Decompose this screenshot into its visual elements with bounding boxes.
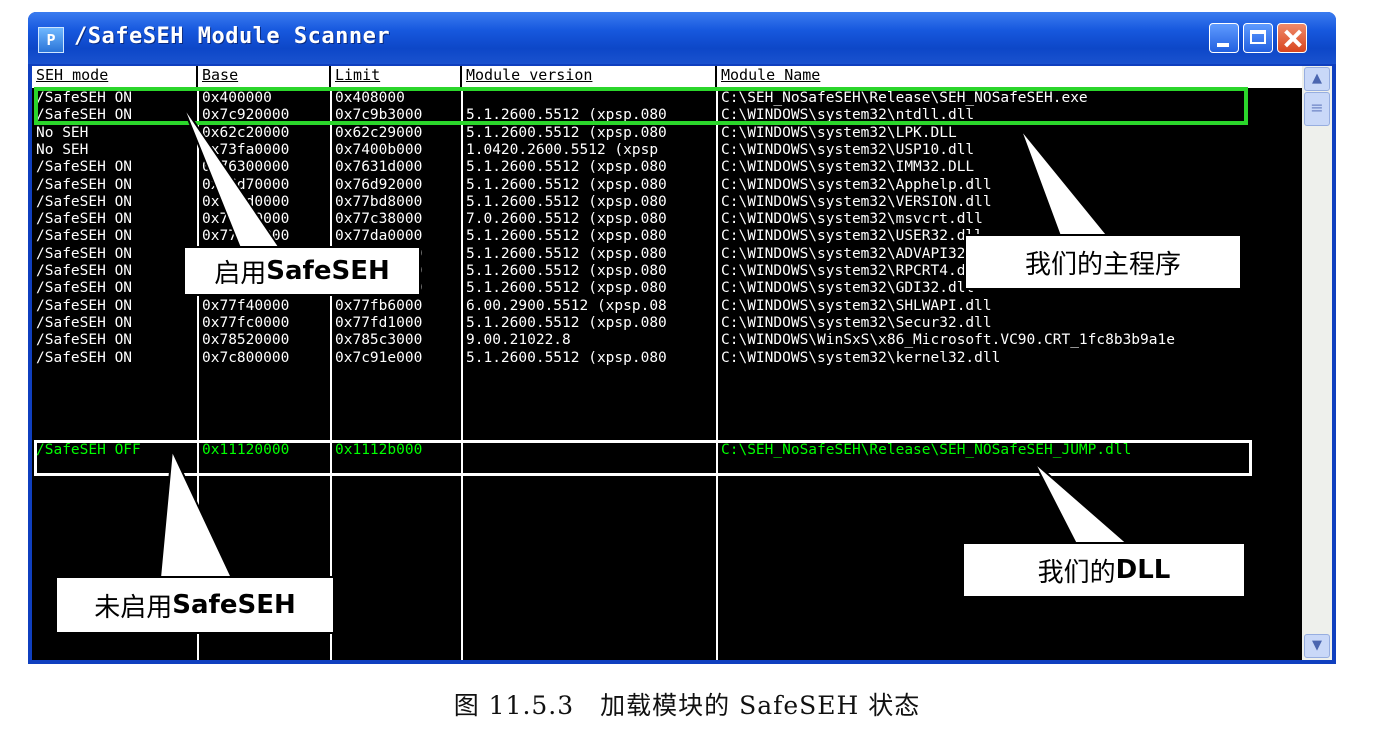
callout-text-bold: SafeSEH <box>172 590 296 620</box>
pointer-safeseh-on <box>181 103 282 249</box>
pointer-our-dll <box>1033 461 1131 545</box>
callout-safeseh-off: 未启用 SafeSEH <box>55 576 335 634</box>
pointer-main-program <box>1019 127 1111 237</box>
callout-main-program: 我们的主程序 <box>964 234 1242 290</box>
callout-text: 我们的 <box>1037 557 1116 588</box>
callout-text: 未启用 <box>94 592 173 623</box>
figure-caption: 图 11.5.3 加载模块的 SafeSEH 状态 <box>453 691 921 720</box>
callout-text-bold: SafeSEH <box>266 256 390 286</box>
callout-text: 启用 <box>214 258 267 289</box>
pointer-safeseh-off <box>158 446 234 579</box>
callout-our-dll: 我们的 DLL <box>962 542 1246 598</box>
callout-safeseh-on: 启用 SafeSEH <box>183 246 421 296</box>
callout-text: 我们的主程序 <box>1024 249 1181 280</box>
callout-text-bold: DLL <box>1115 555 1171 585</box>
